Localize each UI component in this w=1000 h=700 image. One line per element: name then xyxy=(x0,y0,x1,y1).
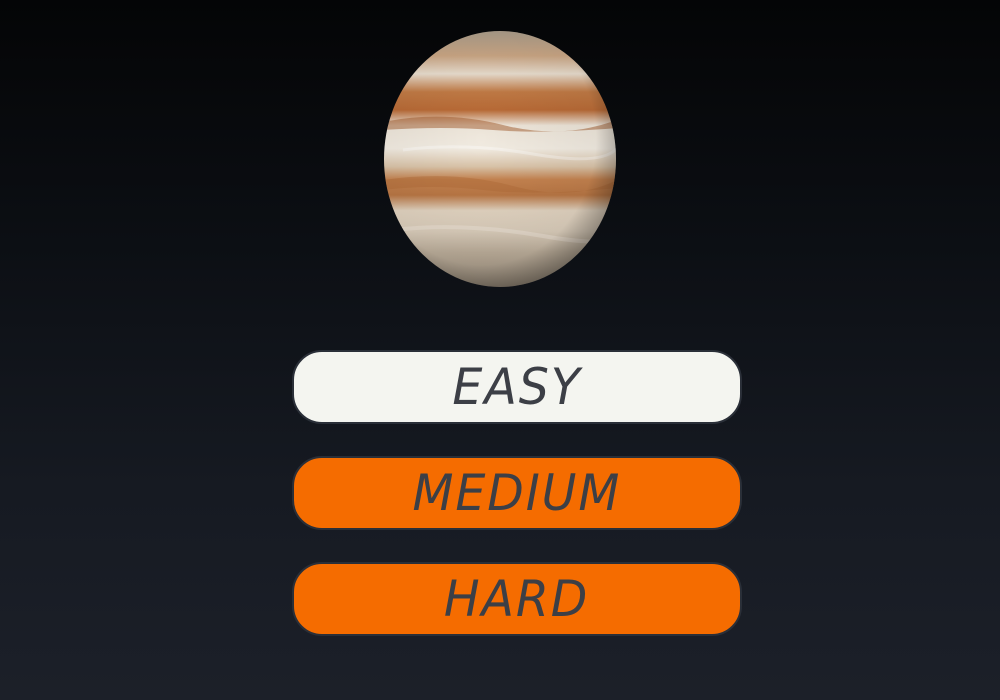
hard-button[interactable]: HARD xyxy=(292,562,742,636)
hard-button-label: HARD xyxy=(444,570,590,628)
easy-button[interactable]: EASY xyxy=(292,350,742,424)
jupiter-planet-icon xyxy=(383,30,617,288)
medium-button[interactable]: MEDIUM xyxy=(292,456,742,530)
medium-button-label: MEDIUM xyxy=(412,464,622,522)
difficulty-menu: EASY MEDIUM HARD xyxy=(292,350,742,668)
easy-button-label: EASY xyxy=(452,358,582,416)
